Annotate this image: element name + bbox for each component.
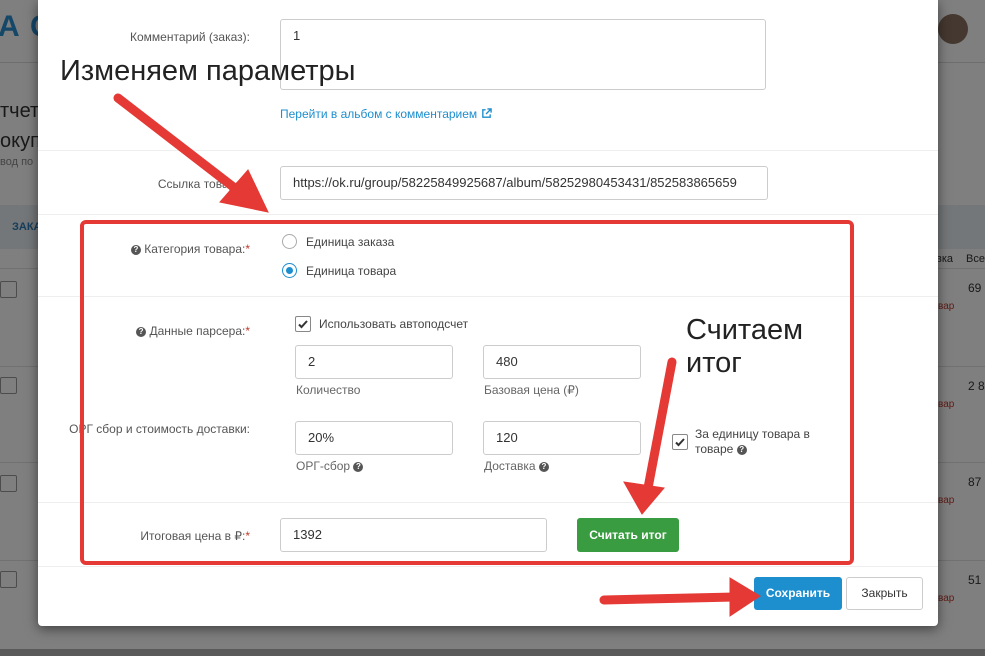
arrowhead-icon: [623, 481, 665, 515]
arrow-to-link: [113, 93, 250, 201]
annotation-arrows: [113, 93, 761, 617]
arrow-to-calc: [643, 357, 677, 493]
arrowhead-icon: [729, 577, 761, 617]
arrow-to-save: [599, 592, 740, 605]
arrowhead-icon: [219, 169, 269, 213]
